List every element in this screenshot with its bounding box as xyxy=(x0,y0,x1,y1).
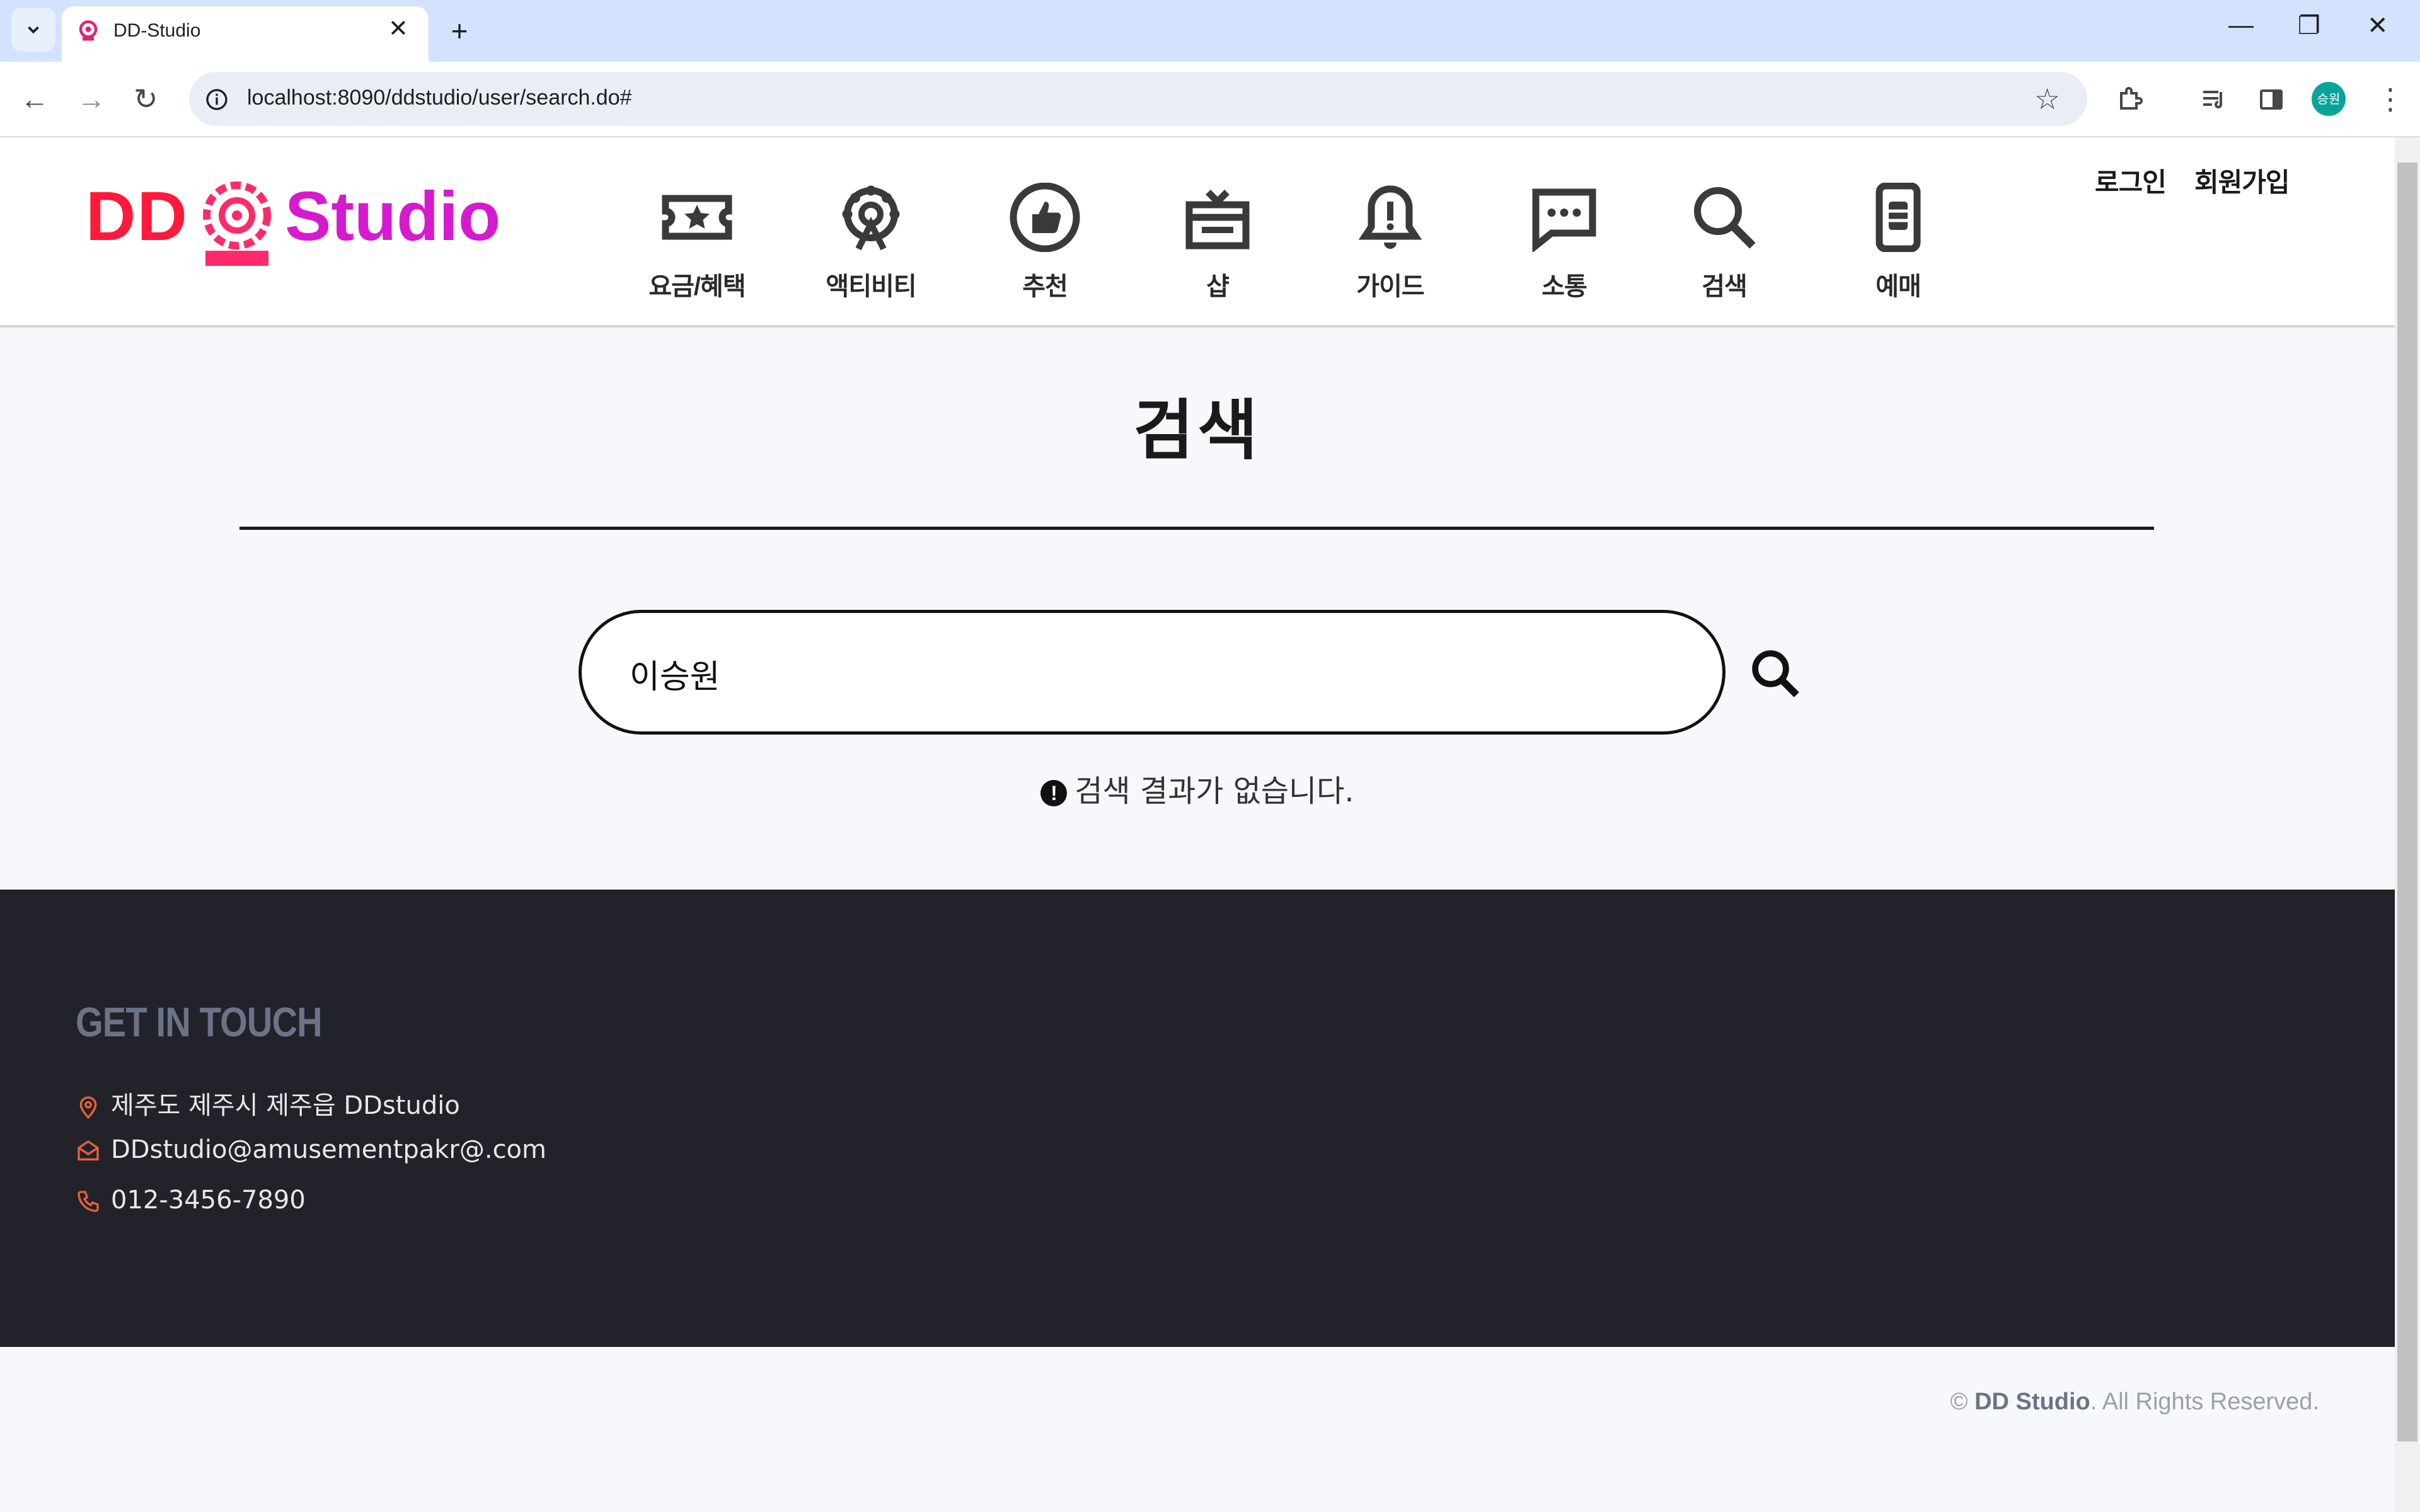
nav-community[interactable]: 소통 xyxy=(1507,183,1621,302)
footer-address: 제주도 제주시 제주읍 DDstudio xyxy=(76,1085,460,1121)
copyright-brand[interactable]: DD Studio xyxy=(1974,1389,2090,1415)
footer-address-text: 제주도 제주시 제주읍 DDstudio xyxy=(111,1091,460,1120)
nav-label: 예매 xyxy=(1876,273,1922,301)
footer-phone: 012-3456-7890 xyxy=(76,1186,306,1215)
bell-alert-icon xyxy=(1358,185,1422,249)
footer-email-text[interactable]: DDstudio@amusementpakr@.com xyxy=(111,1135,546,1164)
forward-icon[interactable]: → xyxy=(77,82,106,116)
nav-label: 액티비티 xyxy=(826,273,916,301)
logo-dd-text[interactable]: DD xyxy=(86,176,188,256)
no-result-message: ! 검색 결과가 없습니다. xyxy=(0,766,2395,810)
page-title: 검색 xyxy=(1133,394,1262,467)
bookmark-star-icon[interactable]: ☆ xyxy=(2034,82,2060,116)
footer-email: DDstudio@amusementpakr@.com xyxy=(76,1135,546,1165)
search-icon xyxy=(1694,187,1756,249)
search-box xyxy=(579,610,1726,735)
nav-search[interactable]: 검색 xyxy=(1668,183,1781,302)
nav-recommend[interactable]: 추천 xyxy=(988,183,1102,302)
thumbs-up-icon xyxy=(1010,183,1080,252)
nav-label: 추천 xyxy=(1022,273,1068,301)
chat-bubble-icon xyxy=(1532,188,1596,252)
ferris-wheel-icon xyxy=(842,185,900,251)
envelope-icon xyxy=(78,1140,99,1160)
tab-title: DD-Studio xyxy=(113,20,201,41)
nav-guide[interactable]: 가이드 xyxy=(1334,183,1447,302)
nav-booking[interactable]: 예매 xyxy=(1841,183,1955,302)
nav-pricing[interactable]: 요금/혜택 xyxy=(640,183,754,302)
tab-close-icon[interactable]: ✕ xyxy=(388,16,408,42)
site-info-icon[interactable] xyxy=(204,87,229,112)
minimize-icon[interactable]: — xyxy=(2228,11,2254,40)
logo-studio-text[interactable]: Studio xyxy=(285,176,500,256)
exclamation-circle-icon: ! xyxy=(1040,780,1068,806)
window-close-icon[interactable]: ✕ xyxy=(2367,11,2388,40)
footer-title: GET IN TOUCH xyxy=(76,999,323,1045)
nav-label: 요금/혜택 xyxy=(648,273,746,301)
nav-shop[interactable]: 샵 xyxy=(1161,183,1274,302)
nav-label: 검색 xyxy=(1702,273,1748,301)
logo-ferris-wheel-icon[interactable] xyxy=(193,178,281,271)
back-icon[interactable]: ← xyxy=(20,82,49,116)
search-input[interactable] xyxy=(628,644,1639,702)
footer-phone-text[interactable]: 012-3456-7890 xyxy=(111,1186,306,1215)
favicon-icon xyxy=(79,20,98,41)
login-link[interactable]: 로그인 xyxy=(2095,161,2167,200)
media-control-icon[interactable] xyxy=(2199,84,2230,115)
nav-label: 가이드 xyxy=(1356,273,1424,301)
side-panel-icon[interactable] xyxy=(2256,84,2286,115)
profile-avatar[interactable]: 승원 xyxy=(2312,82,2346,116)
copyright-symbol: © xyxy=(1950,1389,1968,1415)
nav-label: 소통 xyxy=(1541,273,1587,301)
reload-icon[interactable]: ↻ xyxy=(134,82,158,116)
copyright-text: . All Rights Reserved. xyxy=(2090,1389,2319,1415)
map-pin-icon xyxy=(79,1096,97,1120)
search-submit-icon[interactable] xyxy=(1747,645,1804,702)
nav-activity[interactable]: 액티비티 xyxy=(814,183,928,302)
chevron-down-icon xyxy=(28,26,39,34)
copyright: © DD Studio. All Rights Reserved. xyxy=(1828,1389,2319,1416)
scrollbar-thumb[interactable] xyxy=(2397,163,2417,1441)
no-result-text: 검색 결과가 없습니다. xyxy=(1075,774,1354,809)
phone-icon xyxy=(78,1191,99,1212)
ticket-star-icon xyxy=(662,195,732,240)
title-divider xyxy=(239,527,2154,530)
signup-link[interactable]: 회원가입 xyxy=(2194,161,2290,200)
extensions-icon[interactable] xyxy=(2115,84,2145,115)
nav-label: 샵 xyxy=(1206,273,1230,301)
tab-search-menu-button[interactable] xyxy=(11,8,55,52)
url-text[interactable]: localhost:8090/ddstudio/user/search.do# xyxy=(247,86,632,110)
gift-box-icon xyxy=(1185,190,1250,249)
restore-icon[interactable]: ❐ xyxy=(2298,11,2320,40)
new-tab-button[interactable]: + xyxy=(441,13,478,49)
browser-menu-icon[interactable]: ⋮ xyxy=(2376,82,2405,116)
mobile-ticket-icon xyxy=(1876,183,1921,252)
